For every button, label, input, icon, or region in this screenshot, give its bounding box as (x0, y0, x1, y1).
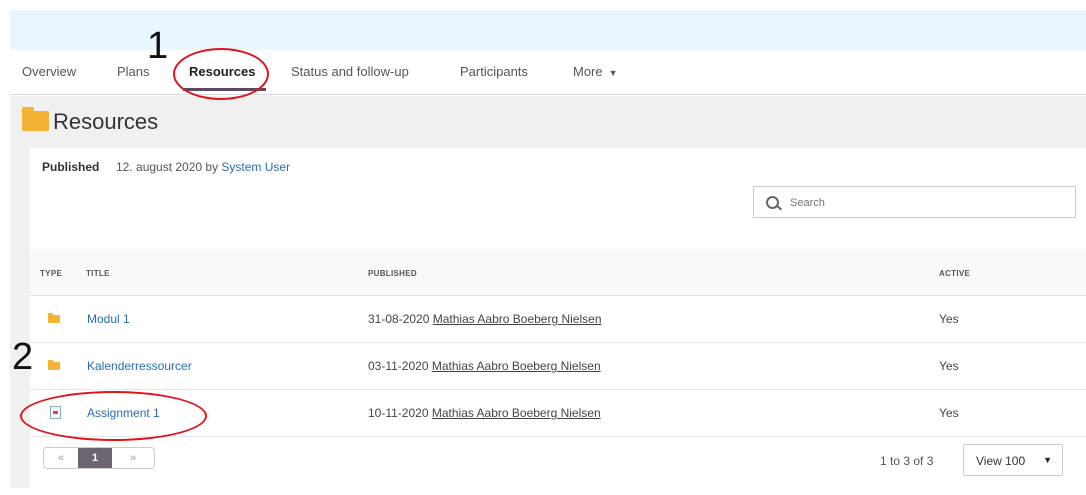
page-title: Resources (53, 109, 159, 134)
table-header: TYPE TITLE PUBLISHED ACTIVE (30, 249, 1086, 296)
pagination: « 1 » (43, 447, 155, 469)
table-row[interactable]: Assignment 1 10-11-2020 Mathias Aabro Bo… (30, 390, 1086, 437)
search-box[interactable] (753, 186, 1076, 218)
annotation-number-1: 1 (147, 25, 169, 67)
resource-title-link[interactable]: Kalenderressourcer (87, 359, 192, 373)
tab-participants[interactable]: Participants (460, 64, 528, 79)
active-tab-indicator (183, 88, 266, 91)
previous-page-button[interactable]: « (44, 448, 78, 468)
search-icon (766, 196, 779, 209)
column-header-type[interactable]: TYPE (40, 269, 62, 278)
published-cell: 03-11-2020 Mathias Aabro Boeberg Nielsen (368, 359, 601, 373)
folder-icon (48, 313, 60, 323)
table-row[interactable]: Kalenderressourcer 03-11-2020 Mathias Aa… (30, 343, 1086, 390)
published-info: 12. august 2020 by System User (116, 160, 290, 174)
author-link[interactable]: Mathias Aabro Boeberg Nielsen (432, 406, 601, 420)
active-status: Yes (939, 312, 959, 326)
tab-overview[interactable]: Overview (22, 64, 76, 79)
caret-down-icon: ▼ (1043, 455, 1052, 465)
column-header-published[interactable]: PUBLISHED (368, 269, 417, 278)
folder-icon (48, 360, 60, 370)
published-cell: 31-08-2020 Mathias Aabro Boeberg Nielsen (368, 312, 602, 326)
resource-title-link[interactable]: Modul 1 (87, 312, 130, 326)
tab-more[interactable]: More ▼ (573, 64, 618, 79)
published-by-link[interactable]: System User (221, 160, 290, 174)
assignment-icon (50, 406, 61, 419)
active-status: Yes (939, 359, 959, 373)
search-input[interactable] (788, 193, 1062, 213)
view-count-select[interactable]: View 100 ▼ (963, 444, 1063, 476)
view-count-label: View 100 (976, 454, 1026, 468)
published-cell: 10-11-2020 Mathias Aabro Boeberg Nielsen (368, 406, 601, 420)
result-count: 1 to 3 of 3 (880, 454, 934, 468)
annotation-number-2: 2 (12, 336, 34, 378)
published-date: 31-08-2020 (368, 312, 430, 326)
current-page-button[interactable]: 1 (78, 448, 112, 468)
folder-icon (22, 107, 49, 131)
resources-panel: Published 12. august 2020 by System User… (30, 148, 1086, 488)
navigation-bar: Overview Plans Resources Status and foll… (10, 50, 1086, 95)
published-label: Published (42, 160, 100, 174)
author-link[interactable]: Mathias Aabro Boeberg Nielsen (433, 312, 602, 326)
top-banner (10, 10, 1086, 50)
column-header-title[interactable]: TITLE (86, 269, 110, 278)
table-row[interactable]: Modul 1 31-08-2020 Mathias Aabro Boeberg… (30, 296, 1086, 343)
resource-title-link[interactable]: Assignment 1 (87, 406, 160, 420)
author-link[interactable]: Mathias Aabro Boeberg Nielsen (432, 359, 601, 373)
tab-resources[interactable]: Resources (189, 64, 255, 79)
main-content: Resources Published 12. august 2020 by S… (10, 96, 1086, 488)
caret-down-icon: ▼ (608, 68, 618, 78)
next-page-button[interactable]: » (112, 448, 154, 468)
published-date: 12. august 2020 by (116, 160, 222, 174)
published-date: 03-11-2020 (368, 359, 429, 373)
active-status: Yes (939, 406, 959, 420)
tab-plans[interactable]: Plans (117, 64, 150, 79)
column-header-active[interactable]: ACTIVE (939, 269, 970, 278)
tab-more-label: More (573, 64, 603, 79)
published-date: 10-11-2020 (368, 406, 429, 420)
tab-status-and-follow-up[interactable]: Status and follow-up (291, 64, 409, 79)
